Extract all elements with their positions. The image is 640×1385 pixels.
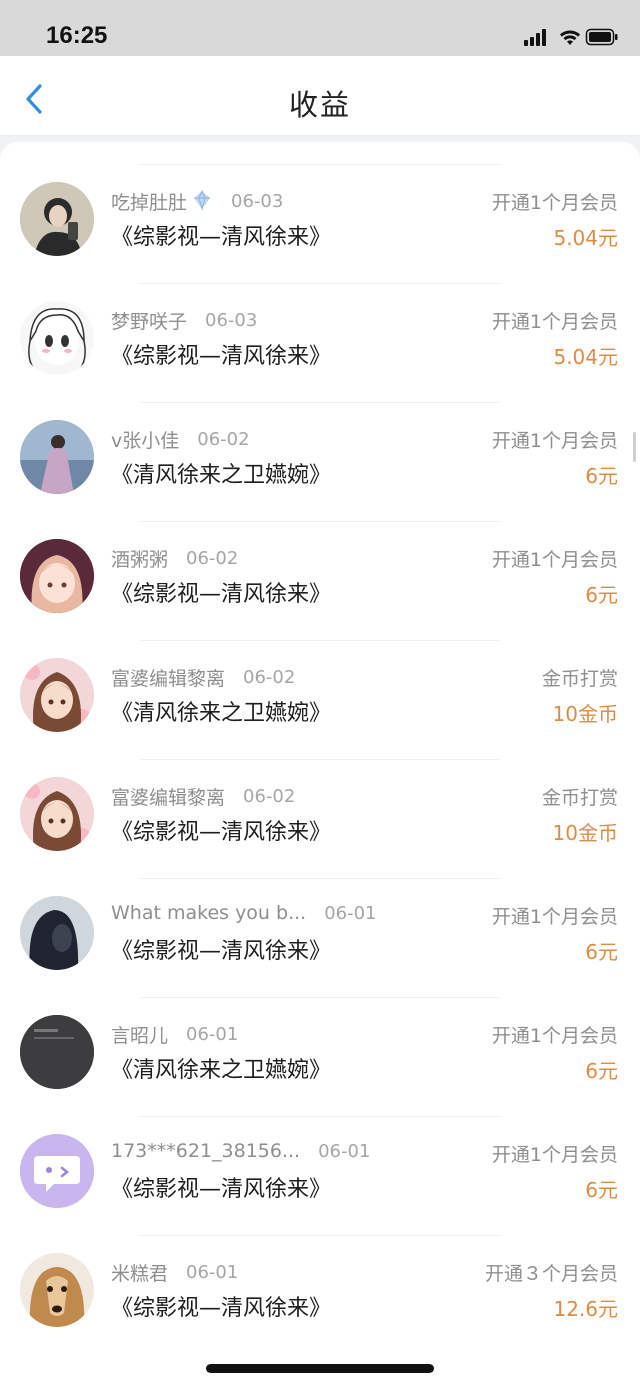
avatar[interactable] <box>20 1134 94 1208</box>
avatar[interactable] <box>20 896 94 970</box>
book-title: 《综影视—清风徐来》 <box>111 939 332 964</box>
signal-icon <box>524 29 546 46</box>
row-meta: 言昭儿 06-01 <box>111 1021 238 1049</box>
date: 06-03 <box>231 191 284 212</box>
username: 言昭儿 <box>111 1025 169 1047</box>
earning-type: 开通1个月会员 <box>491 311 618 333</box>
earning-row[interactable]: 吃掉肚肚 06-03 《综影视—清风徐来》 开通1个月会员 5.04元 <box>0 142 640 261</box>
book-title: 《综影视—清风徐来》 <box>111 582 332 607</box>
status-bar: 16:25 <box>0 0 640 56</box>
avatar[interactable] <box>20 658 94 732</box>
earning-type: 开通1个月会员 <box>491 192 618 214</box>
earning-amount: 6元 <box>585 940 618 964</box>
username: What makes you b... <box>111 902 307 924</box>
date: 06-02 <box>243 786 296 807</box>
row-meta: v张小佳 06-02 <box>111 426 250 454</box>
avatar[interactable] <box>20 420 94 494</box>
earning-type: 开通1个月会员 <box>491 1144 618 1166</box>
book-title: 《综影视—清风徐来》 <box>111 1296 332 1321</box>
username: 富婆编辑黎离 <box>111 668 226 690</box>
earning-type: 开通３个月会员 <box>484 1263 618 1285</box>
earning-type: 开通1个月会员 <box>491 549 618 571</box>
earning-row[interactable]: 言昭儿 06-01 《清风徐来之卫嬿婉》 开通1个月会员 6元 <box>0 975 640 1094</box>
earning-row[interactable]: 米糕君 06-01 《综影视—清风徐来》 开通３个月会员 12.6元 <box>0 1213 640 1332</box>
earning-type: 开通1个月会员 <box>491 430 618 452</box>
row-meta: 富婆编辑黎离 06-02 <box>111 664 295 692</box>
earning-row[interactable]: 酒粥粥 06-02 《综影视—清风徐来》 开通1个月会员 6元 <box>0 499 640 618</box>
status-icons <box>524 26 618 48</box>
username: 173***621_38156... <box>111 1140 301 1162</box>
date: 06-01 <box>186 1262 239 1283</box>
date: 06-02 <box>186 548 239 569</box>
diamond-icon <box>191 189 213 215</box>
book-title: 《清风徐来之卫嬿婉》 <box>111 463 332 488</box>
earning-row[interactable]: 富婆编辑黎离 06-02 《综影视—清风徐来》 金币打赏 10金币 <box>0 737 640 856</box>
earning-type: 开通1个月会员 <box>491 1025 618 1047</box>
earning-amount: 5.04元 <box>553 345 618 369</box>
book-title: 《综影视—清风徐来》 <box>111 344 332 369</box>
row-meta: What makes you b... 06-01 <box>111 902 377 930</box>
row-meta: 富婆编辑黎离 06-02 <box>111 783 295 811</box>
row-meta: 梦野咲子 06-03 <box>111 307 257 335</box>
row-meta: 吃掉肚肚 06-03 <box>111 188 283 216</box>
date: 06-01 <box>318 1140 371 1162</box>
earning-type: 金币打赏 <box>541 668 618 690</box>
earning-amount: 10金币 <box>552 702 618 726</box>
earning-amount: 6元 <box>585 464 618 488</box>
book-title: 《清风徐来之卫嬿婉》 <box>111 701 332 726</box>
book-title: 《综影视—清风徐来》 <box>111 1177 332 1202</box>
earning-amount: 10金币 <box>552 821 618 845</box>
earnings-list: 吃掉肚肚 06-03 《综影视—清风徐来》 开通1个月会员 5.04元 梦野咲子 06-03… <box>0 142 640 1385</box>
username: v张小佳 <box>111 430 180 452</box>
date: 06-01 <box>186 1024 239 1045</box>
earning-row[interactable]: 173***621_38156... 06-01 《综影视—清风徐来》 开通1个月会员… <box>0 1094 640 1213</box>
earning-row[interactable]: v张小佳 06-02 《清风徐来之卫嬿婉》 开通1个月会员 6元 <box>0 380 640 499</box>
book-title: 《清风徐来之卫嬿婉》 <box>111 1058 332 1083</box>
book-title: 《综影视—清风徐来》 <box>111 225 332 250</box>
earning-amount: 12.6元 <box>553 1297 618 1321</box>
avatar[interactable] <box>20 1253 94 1327</box>
earning-type: 开通1个月会员 <box>491 906 618 928</box>
username: 酒粥粥 <box>111 549 169 571</box>
book-title: 《综影视—清风徐来》 <box>111 820 332 845</box>
username: 富婆编辑黎离 <box>111 787 226 809</box>
earning-row[interactable]: 梦野咲子 06-03 《综影视—清风徐来》 开通1个月会员 5.04元 <box>0 261 640 380</box>
home-indicator[interactable] <box>206 1364 434 1373</box>
date: 06-02 <box>243 667 296 688</box>
row-meta: 173***621_38156... 06-01 <box>111 1140 370 1168</box>
username: 吃掉肚肚 <box>111 192 188 214</box>
avatar[interactable] <box>20 777 94 851</box>
earning-amount: 6元 <box>585 1059 618 1083</box>
username: 梦野咲子 <box>111 311 188 333</box>
avatar[interactable] <box>20 182 94 256</box>
wifi-icon <box>560 30 580 45</box>
earning-amount: 6元 <box>585 1178 618 1202</box>
date: 06-03 <box>205 310 258 331</box>
earning-amount: 5.04元 <box>553 226 618 250</box>
earning-type: 金币打赏 <box>541 787 618 809</box>
nav-bar: 收益 <box>0 56 640 136</box>
date: 06-02 <box>197 429 250 450</box>
username: 米糕君 <box>111 1263 169 1285</box>
avatar[interactable] <box>20 539 94 613</box>
earning-amount: 6元 <box>585 583 618 607</box>
avatar[interactable] <box>20 301 94 375</box>
date: 06-01 <box>324 902 377 924</box>
page-title: 收益 <box>288 88 351 122</box>
earning-row[interactable]: What makes you b... 06-01 《综影视—清风徐来》 开通1个月会… <box>0 856 640 975</box>
status-time: 16:25 <box>46 22 108 49</box>
row-meta: 米糕君 06-01 <box>111 1259 238 1287</box>
row-meta: 酒粥粥 06-02 <box>111 545 238 573</box>
earning-row[interactable]: 富婆编辑黎离 06-02 《清风徐来之卫嬿婉》 金币打赏 10金币 <box>0 618 640 737</box>
avatar[interactable] <box>20 1015 94 1089</box>
battery-icon <box>585 28 618 46</box>
